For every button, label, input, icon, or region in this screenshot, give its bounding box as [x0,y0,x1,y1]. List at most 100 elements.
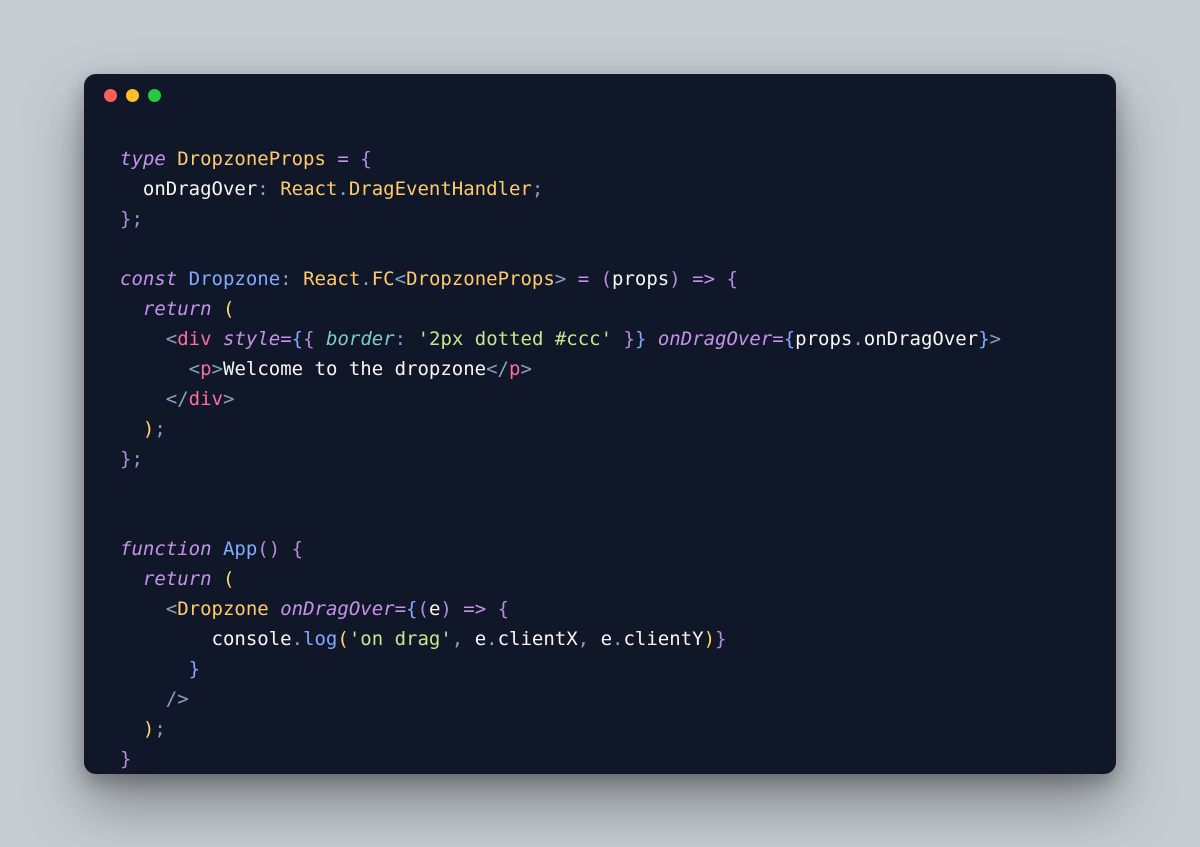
code-token: . [612,628,623,650]
code-token: => [463,598,486,620]
code-token: ( [223,298,234,320]
code-token: DropzoneProps [177,148,326,170]
code-token [463,628,474,650]
code-token [566,268,577,290]
code-token: ( [601,268,612,290]
code-token: ( [223,568,234,590]
code-token [486,598,497,620]
code-token [120,658,189,680]
code-token: ) [143,718,154,740]
code-token: > [520,358,531,380]
code-token: log [303,628,337,650]
code-token: ; [532,178,543,200]
code-token: } [715,628,726,650]
code-token: { [292,538,303,560]
code-token: } [120,748,131,770]
code-token: clientY [623,628,703,650]
code-token: , [452,628,463,650]
code-token: ; [154,718,165,740]
code-token: console [212,628,292,650]
code-token: onDragOver [864,328,978,350]
code-token: Welcome to the dropzone [223,358,486,380]
code-token: } [978,328,989,350]
code-token: . [486,628,497,650]
code-token: function [120,538,223,560]
code-token [269,598,280,620]
code-token: } [189,658,200,680]
code-token: = [772,328,783,350]
code-token: > [212,358,223,380]
code-token [120,568,143,590]
code-token: { [303,328,314,350]
code-token: Dropzone [189,268,281,290]
code-token: > [223,388,234,410]
code-token: e [601,628,612,650]
code-token [120,328,166,350]
code-token: . [337,178,348,200]
code-token: ( [337,628,348,650]
code-token [212,328,223,350]
close-icon[interactable] [104,89,117,102]
code-token: div [189,388,223,410]
code-token: ) [143,418,154,440]
code-token [612,328,623,350]
code-token: : [257,178,268,200]
code-token [681,268,692,290]
code-token [452,598,463,620]
code-token: ; [131,448,142,470]
code-token: < [189,358,200,380]
code-token: App [223,538,257,560]
code-token: { [498,598,509,620]
code-token: => [692,268,715,290]
code-token [120,298,143,320]
code-token: return [143,568,223,590]
code-token: { [406,598,417,620]
code-token: Dropzone [177,598,269,620]
code-token: '2px dotted #ccc' [418,328,612,350]
code-token: { [360,148,371,170]
code-token: { [292,328,303,350]
code-token [120,388,166,410]
code-token [715,268,726,290]
minimize-icon[interactable] [126,89,139,102]
code-token: React [280,178,337,200]
code-token: type [120,148,177,170]
code-token [120,628,212,650]
code-token: = [395,598,406,620]
code-token: div [177,328,211,350]
code-token: p [509,358,520,380]
code-token: } [635,328,646,350]
code-token: FC [372,268,395,290]
code-token: < [395,268,406,290]
code-token: ) [440,598,451,620]
code-token: clientX [498,628,578,650]
code-token: ) [669,268,680,290]
code-token: onDragOver [280,598,394,620]
code-token: = [337,148,348,170]
code-token [280,538,291,560]
code-window: type DropzoneProps = { onDragOver: React… [84,74,1116,774]
code-token: } [120,448,131,470]
code-token: = [578,268,589,290]
code-token: : [395,328,406,350]
code-token: . [292,628,303,650]
code-token: : [280,268,291,290]
code-token [589,268,600,290]
code-token: props [795,328,852,350]
code-token: ; [131,208,142,230]
code-token: p [200,358,211,380]
code-token [120,688,166,710]
code-token [120,598,166,620]
code-token: , [578,628,589,650]
code-token [589,628,600,650]
zoom-icon[interactable] [148,89,161,102]
window-titlebar [84,74,1116,118]
code-token [269,178,280,200]
code-token [120,418,143,440]
code-token: ) [269,538,280,560]
code-token: { [784,328,795,350]
code-token: </ [166,388,189,410]
code-token: = [280,328,291,350]
code-token: </ [486,358,509,380]
code-token: e [429,598,440,620]
